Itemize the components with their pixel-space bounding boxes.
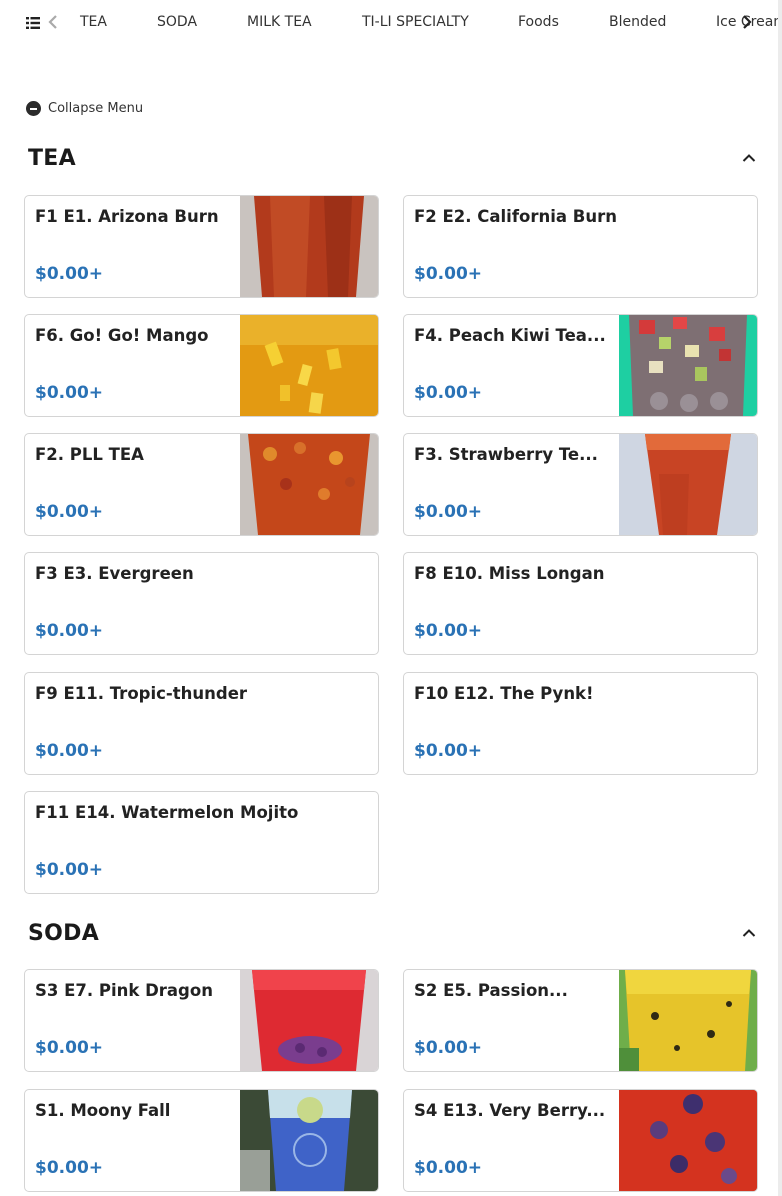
item-name: F9 E11. Tropic-thunder <box>35 684 248 703</box>
item-name: F8 E10. Miss Longan <box>414 564 605 583</box>
item-photo <box>619 434 757 535</box>
item-name: F2. PLL TEA <box>35 445 144 464</box>
item-photo <box>240 434 378 535</box>
menu-item-card[interactable]: F2. PLL TEA $0.00+ <box>24 433 379 536</box>
collapse-menu-button[interactable]: Collapse Menu <box>26 101 143 116</box>
menu-item-card[interactable]: F11 E14. Watermelon Mojito $0.00+ <box>24 791 379 894</box>
category-tabs: TEA SODA MILK TEA TI-LI SPECIALTY Foods … <box>0 0 782 46</box>
tab-blended[interactable]: Blended <box>609 14 666 30</box>
item-photo <box>240 196 378 297</box>
menu-item-card[interactable]: F1 E1. Arizona Burn $0.00+ <box>24 195 379 298</box>
item-price: $0.00+ <box>35 264 104 284</box>
menu-item-card[interactable]: F10 E12. The Pynk! $0.00+ <box>403 672 758 775</box>
item-price: $0.00+ <box>35 860 104 880</box>
category-nav-bar: TEA SODA MILK TEA TI-LI SPECIALTY Foods … <box>0 0 782 46</box>
item-name: S2 E5. Passion... <box>414 981 568 1000</box>
item-photo <box>240 1090 378 1191</box>
item-name: S1. Moony Fall <box>35 1101 171 1120</box>
menu-item-card[interactable]: S3 E7. Pink Dragon $0.00+ <box>24 969 379 1072</box>
menu-item-card[interactable]: F4. Peach Kiwi Tea... $0.00+ <box>403 314 758 417</box>
item-price: $0.00+ <box>35 621 104 641</box>
item-name: F1 E1. Arizona Burn <box>35 207 219 226</box>
item-photo <box>619 1090 757 1191</box>
item-name: S4 E13. Very Berry... <box>414 1101 606 1120</box>
item-price: $0.00+ <box>414 502 483 522</box>
item-photo <box>240 315 378 416</box>
item-price: $0.00+ <box>414 621 483 641</box>
chevron-left-icon[interactable] <box>47 13 59 31</box>
tab-milk-tea[interactable]: MILK TEA <box>247 14 312 30</box>
item-photo <box>240 970 378 1071</box>
item-price: $0.00+ <box>35 1158 104 1178</box>
tab-ti-li-specialty[interactable]: TI-LI SPECIALTY <box>362 14 469 30</box>
tab-soda[interactable]: SODA <box>157 14 197 30</box>
menu-item-card[interactable]: S4 E13. Very Berry... $0.00+ <box>403 1089 758 1192</box>
menu-item-card[interactable]: F6. Go! Go! Mango $0.00+ <box>24 314 379 417</box>
item-price: $0.00+ <box>414 1038 483 1058</box>
item-name: F11 E14. Watermelon Mojito <box>35 803 299 822</box>
item-price: $0.00+ <box>35 1038 104 1058</box>
menu-item-card[interactable]: S1. Moony Fall $0.00+ <box>24 1089 379 1192</box>
item-photo <box>619 315 757 416</box>
item-name: F3 E3. Evergreen <box>35 564 194 583</box>
scrollbar[interactable] <box>778 0 782 1196</box>
item-price: $0.00+ <box>35 741 104 761</box>
chevron-right-icon[interactable] <box>741 13 753 31</box>
item-photo <box>619 970 757 1071</box>
menu-item-card[interactable]: F3 E3. Evergreen $0.00+ <box>24 552 379 655</box>
item-price: $0.00+ <box>414 1158 483 1178</box>
item-name: F2 E2. California Burn <box>414 207 617 226</box>
section-title-tea: TEA <box>28 146 76 171</box>
item-name: F6. Go! Go! Mango <box>35 326 209 345</box>
minus-circle-icon <box>26 101 41 116</box>
menu-item-card[interactable]: F3. Strawberry Te... $0.00+ <box>403 433 758 536</box>
section-title-soda: SODA <box>28 921 100 946</box>
menu-item-card[interactable]: F8 E10. Miss Longan $0.00+ <box>403 552 758 655</box>
chevron-up-icon[interactable] <box>742 923 756 937</box>
item-price: $0.00+ <box>414 264 483 284</box>
item-name: S3 E7. Pink Dragon <box>35 981 213 1000</box>
menu-item-card[interactable]: F2 E2. California Burn $0.00+ <box>403 195 758 298</box>
item-name: F10 E12. The Pynk! <box>414 684 594 703</box>
tab-foods[interactable]: Foods <box>518 14 559 30</box>
menu-item-card[interactable]: S2 E5. Passion... $0.00+ <box>403 969 758 1072</box>
chevron-up-icon[interactable] <box>742 148 756 162</box>
item-name: F4. Peach Kiwi Tea... <box>414 326 606 345</box>
menu-item-card[interactable]: F9 E11. Tropic-thunder $0.00+ <box>24 672 379 775</box>
item-name: F3. Strawberry Te... <box>414 445 598 464</box>
category-list-icon[interactable] <box>26 15 40 29</box>
collapse-menu-label: Collapse Menu <box>48 101 144 116</box>
tab-tea[interactable]: TEA <box>80 14 107 30</box>
item-price: $0.00+ <box>414 741 483 761</box>
item-price: $0.00+ <box>35 502 104 522</box>
item-price: $0.00+ <box>35 383 104 403</box>
item-price: $0.00+ <box>414 383 483 403</box>
